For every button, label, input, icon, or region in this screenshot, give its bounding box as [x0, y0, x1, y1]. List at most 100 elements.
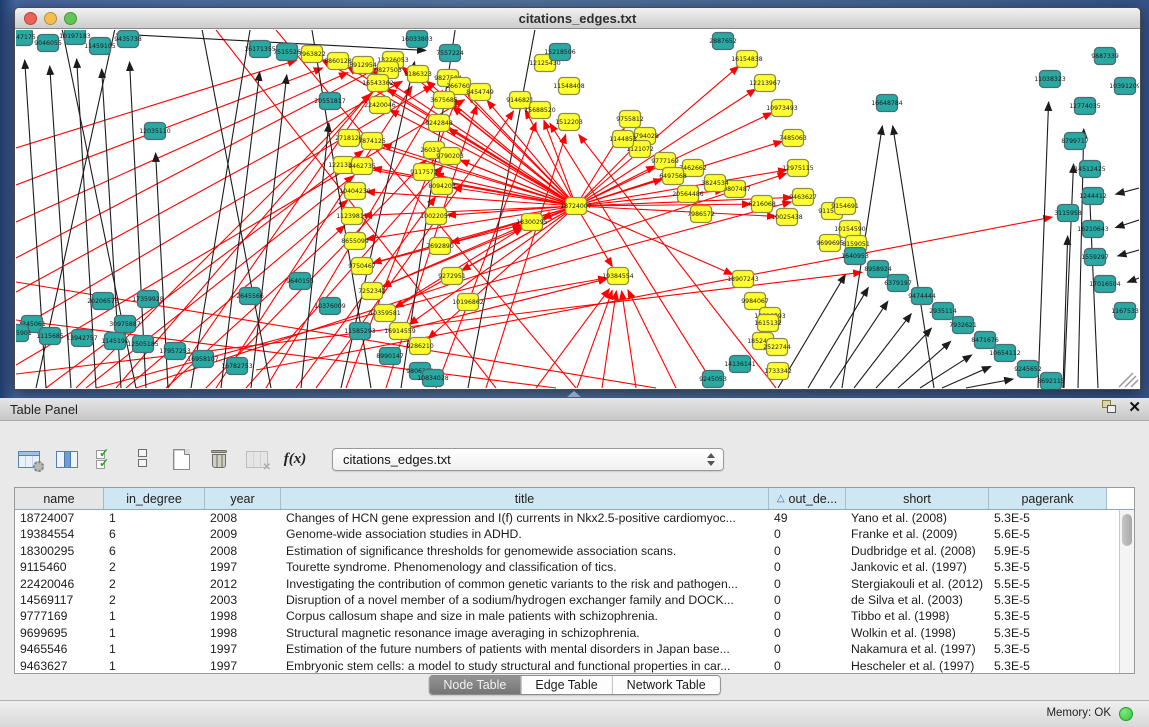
graph-edge[interactable]: [830, 301, 888, 388]
table-cell[interactable]: 2009: [205, 526, 281, 542]
table-scrollbar-thumb[interactable]: [1122, 514, 1132, 546]
table-cell[interactable]: 5.3E-5: [989, 510, 1107, 526]
table-cell[interactable]: 1: [104, 625, 205, 641]
graph-edge[interactable]: [468, 278, 607, 302]
graph-node[interactable]: 1512203: [555, 114, 583, 131]
graph-node[interactable]: 6497568: [659, 168, 687, 185]
graph-node[interactable]: 7986572: [687, 206, 715, 223]
graph-edge[interactable]: [1118, 250, 1139, 256]
graph-node[interactable]: 9286210: [406, 338, 434, 355]
delete-table-icon[interactable]: ✕: [242, 445, 272, 473]
table-cell[interactable]: 2: [104, 559, 205, 575]
table-cell[interactable]: 5.3E-5: [989, 592, 1107, 608]
graph-node[interactable]: 8990147: [376, 348, 404, 365]
function-builder-icon[interactable]: f(x): [280, 445, 310, 473]
graph-node[interactable]: 9640155: [286, 273, 314, 290]
canvas-resize-grip[interactable]: [1119, 373, 1138, 387]
graph-edge[interactable]: [622, 291, 636, 388]
graph-node[interactable]: 6216068: [748, 196, 776, 213]
graph-node[interactable]: 1167533: [1111, 303, 1139, 320]
table-cell[interactable]: 49: [769, 510, 846, 526]
graph-node[interactable]: 9790203: [436, 148, 464, 165]
graph-node[interactable]: 9435738: [114, 31, 142, 48]
table-cell[interactable]: 6: [104, 543, 205, 559]
table-cell[interactable]: 19384554: [15, 526, 104, 542]
graph-node[interactable]: 8860128: [324, 53, 352, 70]
table-cell[interactable]: 0: [769, 592, 846, 608]
graph-node[interactable]: 7515526: [273, 44, 301, 61]
table-cell[interactable]: Yano et al. (2008): [846, 510, 989, 526]
table-cell[interactable]: 5.3E-5: [989, 608, 1107, 624]
table-cell[interactable]: Disruption of a novel member of a sodium…: [281, 592, 769, 608]
graph-edge[interactable]: [201, 30, 271, 388]
table-cell[interactable]: 0: [769, 559, 846, 575]
table-row[interactable]: 969969511998Structural magnetic resonanc…: [15, 625, 1134, 641]
graph-node[interactable]: 7485063: [779, 130, 807, 147]
select-columns-icon[interactable]: ✓ ✓: [90, 445, 120, 473]
table-cell[interactable]: 9463627: [15, 658, 104, 674]
table-row[interactable]: 977716911998Corpus callosum shape and si…: [15, 608, 1134, 624]
minimize-window-button[interactable]: [44, 12, 57, 25]
graph-node[interactable]: 1144853: [609, 131, 637, 148]
graph-node[interactable]: 1145190: [101, 333, 129, 350]
graph-node[interactable]: 11459105: [84, 38, 116, 55]
table-cell[interactable]: Jankovic et al. (1997): [846, 559, 989, 575]
table-cell[interactable]: Hescheler et al. (1997): [846, 658, 989, 674]
graph-node[interactable]: 9474444: [908, 288, 936, 305]
table-cell[interactable]: 1998: [205, 608, 281, 624]
table-row[interactable]: 946554611997Estimation of the future num…: [15, 641, 1134, 657]
graph-edge[interactable]: [920, 355, 972, 388]
table-cell[interactable]: Estimation of the future numbers of pati…: [281, 641, 769, 657]
graph-node[interactable]: 9462735: [348, 158, 376, 175]
graph-node[interactable]: 17957253: [159, 343, 191, 360]
graph-node[interactable]: 3675685: [430, 92, 458, 109]
graph-node[interactable]: 9242848: [425, 115, 453, 132]
graph-node[interactable]: 9699695: [816, 235, 844, 252]
graph-edge[interactable]: [602, 291, 616, 388]
table-cell[interactable]: 1: [104, 658, 205, 674]
table-row[interactable]: 2242004622012Investigating the contribut…: [15, 576, 1134, 592]
table-row[interactable]: 911546021997Tourette syndrome. Phenomeno…: [15, 559, 1134, 575]
graph-edge[interactable]: [462, 206, 576, 271]
table-cell[interactable]: de Silva et al. (2003): [846, 592, 989, 608]
table-settings-icon[interactable]: [14, 445, 44, 473]
table-cell[interactable]: Dudbridge et al. (2008): [846, 543, 989, 559]
graph-node[interactable]: 10391209: [1109, 78, 1139, 95]
graph-edge[interactable]: [576, 190, 724, 206]
graph-node[interactable]: 10404230: [339, 183, 371, 200]
graph-node[interactable]: 8958924: [864, 261, 892, 278]
graph-node[interactable]: 7557224: [436, 45, 464, 62]
table-cell[interactable]: 0: [769, 625, 846, 641]
memory-status-icon[interactable]: [1119, 707, 1133, 721]
table-cell[interactable]: 2012: [205, 576, 281, 592]
column-header-title[interactable]: title: [281, 488, 769, 509]
table-cell[interactable]: 6: [104, 526, 205, 542]
graph-node[interactable]: 2887652: [709, 33, 737, 50]
graph-node[interactable]: 1640953: [841, 248, 869, 265]
table-cell[interactable]: 5.3E-5: [989, 559, 1107, 575]
table-cell[interactable]: 14569117: [15, 592, 104, 608]
graph-edge[interactable]: [893, 126, 934, 388]
graph-node[interactable]: 8094203: [428, 178, 456, 195]
graph-node[interactable]: 10022057: [420, 208, 452, 225]
table-cell[interactable]: Changes of HCN gene expression and I(f) …: [281, 510, 769, 526]
table-cell[interactable]: 9699695: [15, 625, 104, 641]
graph-node[interactable]: 10025438: [771, 209, 803, 226]
graph-node[interactable]: 3115958: [1054, 205, 1082, 222]
table-cell[interactable]: 18724007: [15, 510, 104, 526]
graph-node[interactable]: 7692890: [426, 238, 454, 255]
table-scrollbar[interactable]: [1119, 510, 1134, 673]
tab-network-table[interactable]: Network Table: [612, 676, 720, 694]
graph-node[interactable]: 3824534: [701, 175, 729, 192]
table-cell[interactable]: Corpus callosum shape and size in male p…: [281, 608, 769, 624]
column-header-year[interactable]: year: [205, 488, 281, 509]
column-header-pagerank[interactable]: pagerank: [989, 488, 1107, 509]
graph-edge[interactable]: [808, 287, 868, 388]
graph-node[interactable]: 2718126: [335, 130, 363, 147]
graph-edge[interactable]: [86, 176, 353, 388]
graph-edge[interactable]: [1116, 188, 1139, 194]
graph-node[interactable]: 2645566: [236, 288, 264, 305]
table-cell[interactable]: Embryonic stem cells: a model to study s…: [281, 658, 769, 674]
graph-edge[interactable]: [251, 75, 287, 388]
graph-node[interactable]: 12975115: [782, 160, 814, 177]
